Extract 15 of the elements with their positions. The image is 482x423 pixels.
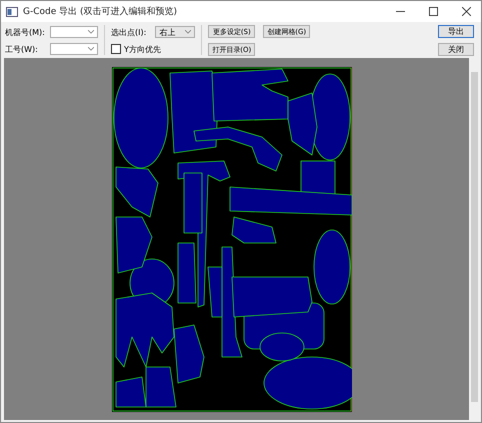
maximize-icon[interactable] (429, 7, 438, 16)
close-icon[interactable] (462, 7, 471, 16)
checkbox-label: Y方向优先 (124, 44, 161, 54)
caret-icon (88, 30, 94, 34)
exit-point-label: 选出点(I): (111, 26, 146, 38)
caret-icon (185, 30, 192, 34)
window-title: G-Code 导出 (双击可进入编辑和预览) (23, 6, 178, 18)
exit-point-dropdown[interactable]: 右上 (155, 26, 196, 38)
dialog-button[interactable]: 导出 (438, 25, 474, 38)
dialog-button[interactable]: 关闭 (438, 43, 474, 56)
app-icon (6, 6, 18, 16)
checkbox[interactable] (111, 44, 121, 54)
caret-icon (88, 47, 94, 51)
field-label: 工号(W): (5, 44, 39, 54)
field-label: 机器号(M): (5, 26, 46, 38)
